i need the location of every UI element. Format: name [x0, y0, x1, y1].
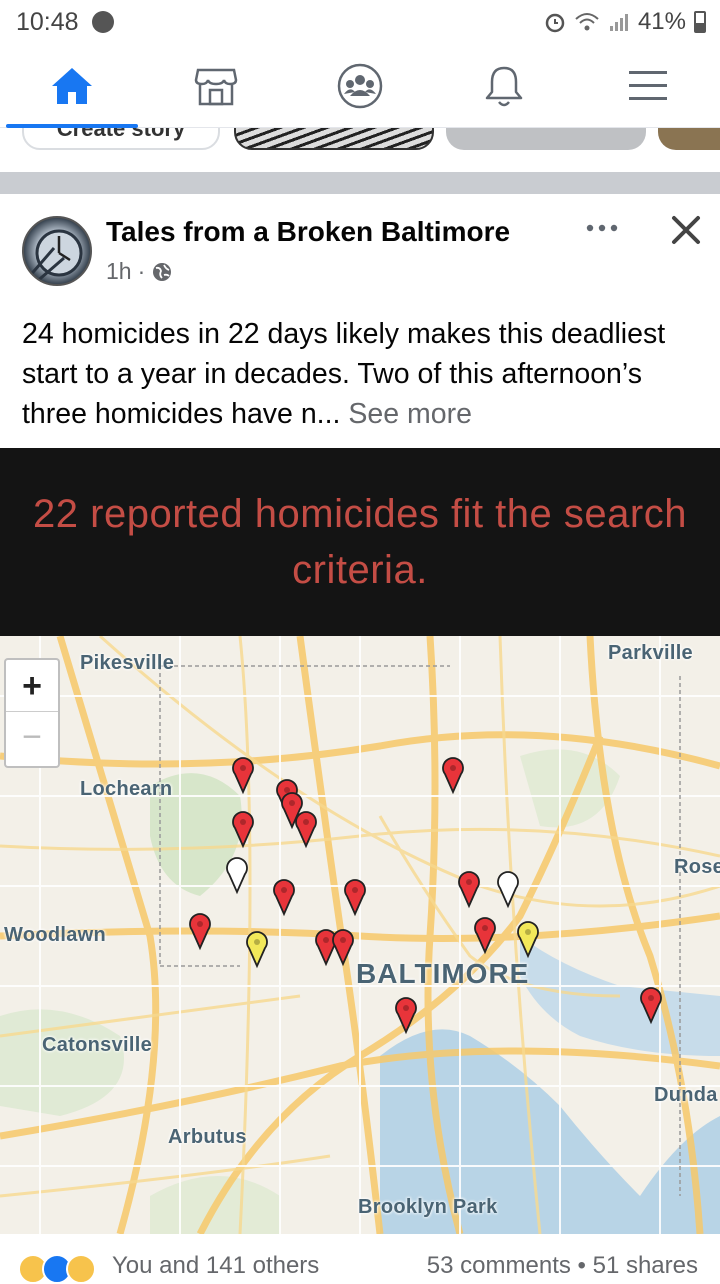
nav-home-tab[interactable]: [0, 44, 144, 128]
story-card[interactable]: [234, 128, 434, 150]
hide-post-button[interactable]: [664, 208, 708, 252]
home-icon: [52, 68, 92, 104]
menu-icon: [629, 71, 667, 100]
post-options-button[interactable]: [580, 214, 624, 246]
status-bar: 10:48 41%: [0, 0, 720, 44]
map-marker[interactable]: [246, 931, 268, 969]
post-footer: You and 141 others 53 comments • 51 shar…: [0, 1234, 720, 1284]
create-story-card[interactable]: Create story: [22, 128, 220, 150]
map-marker[interactable]: [226, 857, 248, 895]
markers-layer: [189, 757, 662, 1035]
map-marker[interactable]: [295, 811, 317, 849]
nav-notifications-tab[interactable]: [432, 44, 576, 128]
post-image-banner[interactable]: 22 reported homicides fit the search cri…: [0, 448, 720, 636]
nav-menu-tab[interactable]: [576, 44, 720, 128]
battery-percent: 41%: [637, 8, 686, 35]
meta-separator: ·: [137, 258, 146, 284]
status-right: 41%: [544, 8, 706, 36]
groups-icon: [337, 63, 383, 109]
alarm-icon: [545, 13, 565, 33]
map-zoom-control: + −: [4, 658, 60, 768]
clock-image: [26, 229, 83, 284]
banner-text: 22 reported homicides fit the search cri…: [33, 492, 687, 592]
page-avatar[interactable]: [22, 216, 92, 286]
place-label-brooklyn-park: Brooklyn Park: [358, 1196, 498, 1218]
battery-icon: [694, 11, 706, 33]
map-marker[interactable]: [332, 929, 354, 967]
globe-icon: [153, 262, 172, 281]
story-card[interactable]: [446, 128, 646, 150]
place-label-catonsville: Catonsville: [42, 1034, 152, 1056]
top-nav: [0, 44, 720, 128]
map-marker[interactable]: [640, 987, 662, 1025]
feed-divider: [0, 172, 720, 194]
map-marker[interactable]: [442, 757, 464, 795]
place-label-woodlawn: Woodlawn: [4, 924, 107, 946]
map-marker[interactable]: [395, 997, 417, 1035]
map-marker[interactable]: [458, 871, 480, 909]
feed-post: Tales from a Broken Baltimore 1h · 24 ho…: [0, 194, 720, 1284]
post-text: 24 homicides in 22 days likely makes thi…: [22, 314, 698, 434]
bell-icon: [485, 66, 523, 107]
page-name[interactable]: Tales from a Broken Baltimore: [106, 216, 510, 248]
comments-shares-count[interactable]: 53 comments • 51 shares: [427, 1252, 698, 1280]
create-story-label: Create story: [56, 128, 186, 141]
place-label-lochearn: Lochearn: [80, 778, 173, 800]
reaction-summary[interactable]: You and 141 others: [112, 1252, 319, 1280]
map-marker[interactable]: [315, 929, 337, 967]
place-label-parkville: Parkville: [608, 642, 693, 664]
stories-tray: Create story: [0, 128, 720, 172]
map-marker[interactable]: [497, 871, 519, 909]
status-time: 10:48: [16, 8, 79, 36]
place-label-pikesville: Pikesville: [80, 652, 175, 674]
messenger-notification-icon: [92, 11, 114, 33]
map-marker[interactable]: [474, 917, 496, 955]
place-label-dundalk: Dunda: [654, 1084, 718, 1106]
place-label-arbutus: Arbutus: [168, 1126, 247, 1148]
zoom-out-button[interactable]: −: [6, 713, 58, 765]
map-marker[interactable]: [273, 879, 295, 917]
post-body: 24 homicides in 22 days likely makes thi…: [22, 318, 666, 430]
marketplace-icon: [194, 68, 238, 106]
place-label-rosedale: Rose: [674, 856, 720, 878]
map-marker[interactable]: [189, 913, 211, 951]
map-marker[interactable]: [344, 879, 366, 917]
map-marker[interactable]: [232, 811, 254, 849]
map-marker[interactable]: [232, 757, 254, 795]
place-label-baltimore: BALTIMORE: [356, 958, 530, 989]
story-card[interactable]: [658, 128, 720, 150]
nav-groups-tab[interactable]: [288, 44, 432, 128]
signal-icon: [609, 14, 628, 31]
post-meta: 1h ·: [106, 258, 173, 285]
close-icon: [672, 216, 700, 244]
nav-marketplace-tab[interactable]: [144, 44, 288, 128]
more-icon: [586, 224, 618, 232]
post-time[interactable]: 1h: [106, 258, 132, 285]
map-marker[interactable]: [517, 921, 539, 959]
see-more-link[interactable]: See more: [348, 398, 472, 430]
homicide-map[interactable]: + − Pikesville Parkville Lochearn Rose W…: [0, 636, 720, 1234]
wifi-icon: [575, 13, 599, 31]
zoom-in-button[interactable]: +: [6, 660, 58, 712]
